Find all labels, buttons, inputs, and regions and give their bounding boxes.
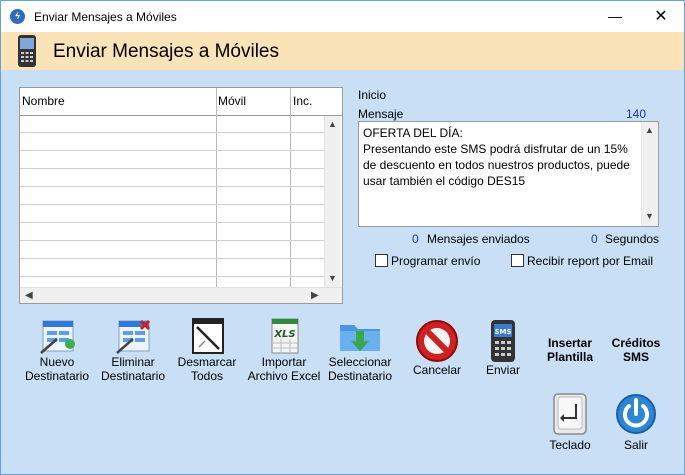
select-recipient-label-1: Seleccionar (328, 355, 392, 369)
recipients-list[interactable]: Nombre Móvil Inc. ▲ ▼ ◀ ▶ (19, 87, 343, 304)
insert-template-label-1: Insertar (547, 336, 593, 350)
message-text[interactable]: OFERTA DEL DÍA: Presentando este SMS pod… (363, 125, 637, 189)
scroll-down-icon[interactable]: ▼ (328, 273, 337, 283)
sms-credits-button[interactable]: Créditos SMS (605, 336, 667, 364)
uncheck-all-label-2: Todos (190, 369, 224, 383)
import-excel-label-1: Importar (261, 355, 307, 369)
new-recipient-button[interactable]: Nuevo Destinatario (19, 317, 95, 383)
title-bar: ϟ Enviar Mensajes a Móviles — ✕ (1, 1, 684, 32)
uncheck-all-button[interactable]: Desmarcar Todos (171, 317, 243, 383)
send-button[interactable]: SMS Enviar (477, 319, 529, 377)
import-excel-button[interactable]: XLS Importar Archivo Excel (245, 317, 323, 383)
header-band: Enviar Mensajes a Móviles (1, 32, 684, 70)
message-textarea[interactable]: OFERTA DEL DÍA: Presentando este SMS pod… (358, 121, 659, 227)
scroll-up-icon[interactable]: ▲ (328, 119, 337, 129)
cancel-button[interactable]: Cancelar (401, 319, 473, 377)
app-bolt-icon: ϟ (10, 9, 25, 24)
scroll-left-icon[interactable]: ◀ (25, 290, 33, 301)
page-title: Enviar Mensajes a Móviles (53, 41, 279, 62)
minimize-button[interactable]: — (592, 1, 638, 32)
table-row[interactable] (20, 276, 325, 277)
select-recipient-label-2: Destinatario (327, 369, 393, 383)
close-button[interactable]: ✕ (638, 1, 684, 32)
table-row[interactable] (20, 240, 325, 241)
cancel-label: Cancelar (412, 363, 462, 377)
uncheck-all-label-1: Desmarcar (177, 355, 237, 369)
cellphone-icon (18, 35, 36, 67)
sent-label: Mensajes enviados (427, 232, 530, 246)
schedule-label[interactable]: Programar envío (391, 254, 480, 268)
list-header: Nombre Móvil Inc. (20, 88, 342, 116)
delete-recipient-button[interactable]: Eliminar Destinatario (97, 317, 169, 383)
insert-template-label-2: Plantilla (546, 350, 593, 364)
sms-credits-label-1: Créditos (611, 336, 661, 350)
cancel-icon (416, 320, 458, 362)
table-row[interactable] (20, 186, 325, 187)
import-excel-label-2: Archivo Excel (247, 369, 321, 383)
table-row[interactable] (20, 150, 325, 151)
power-icon (616, 394, 656, 434)
list-vertical-scrollbar[interactable]: ▲ ▼ (324, 116, 341, 288)
table-row[interactable] (20, 222, 325, 223)
column-header-nombre[interactable]: Nombre (22, 94, 65, 108)
table-row[interactable] (20, 258, 325, 259)
section-label: Inicio (358, 88, 387, 102)
scroll-down-icon[interactable]: ▼ (645, 211, 654, 221)
new-recipient-label-2: Destinatario (24, 369, 90, 383)
char-count: 140 (626, 107, 647, 121)
uncheck-all-icon (192, 318, 224, 354)
excel-file-icon: XLS (271, 318, 299, 354)
exit-label: Salir (623, 438, 648, 452)
exit-button[interactable]: Salir (605, 392, 667, 452)
message-label: Mensaje (358, 107, 404, 121)
sms-credits-label-2: SMS (622, 350, 649, 364)
message-scrollbar[interactable]: ▲ ▼ (641, 122, 658, 226)
list-horizontal-scrollbar[interactable]: ◀ ▶ (20, 287, 342, 303)
schedule-checkbox[interactable] (375, 254, 388, 267)
keyboard-button[interactable]: Teclado (541, 392, 599, 452)
main-window: ϟ Enviar Mensajes a Móviles — ✕ Enviar M… (0, 0, 685, 475)
seconds-count: 0 (591, 232, 598, 246)
new-recipient-icon (40, 320, 75, 354)
sms-icon-text: SMS (494, 328, 511, 336)
enter-key-icon (553, 393, 587, 435)
column-header-inc[interactable]: Inc. (293, 94, 312, 108)
seconds-label: Segundos (605, 232, 660, 246)
scroll-up-icon[interactable]: ▲ (645, 125, 654, 135)
folder-download-icon (340, 325, 380, 351)
scroll-right-icon[interactable]: ▶ (311, 290, 319, 301)
sent-count: 0 (412, 232, 419, 246)
sms-phone-icon: SMS (491, 320, 515, 362)
insert-template-button[interactable]: Insertar Plantilla (539, 336, 601, 364)
delete-recipient-label-2: Destinatario (100, 369, 166, 383)
column-header-movil[interactable]: Móvil (218, 94, 246, 108)
send-label: Enviar (485, 363, 520, 377)
table-row[interactable] (20, 132, 325, 133)
select-recipient-button[interactable]: Seleccionar Destinatario (323, 317, 397, 383)
table-row[interactable] (20, 204, 325, 205)
new-recipient-label-1: Nuevo (39, 355, 75, 369)
excel-icon-text: XLS (273, 329, 295, 340)
window-title: Enviar Mensajes a Móviles (34, 10, 177, 24)
report-checkbox[interactable] (511, 254, 524, 267)
delete-recipient-label-1: Eliminar (111, 355, 155, 369)
table-row[interactable] (20, 168, 325, 169)
delete-recipient-icon (116, 319, 151, 354)
keyboard-label: Teclado (549, 438, 591, 452)
report-label[interactable]: Recibir report por Email (527, 254, 653, 268)
